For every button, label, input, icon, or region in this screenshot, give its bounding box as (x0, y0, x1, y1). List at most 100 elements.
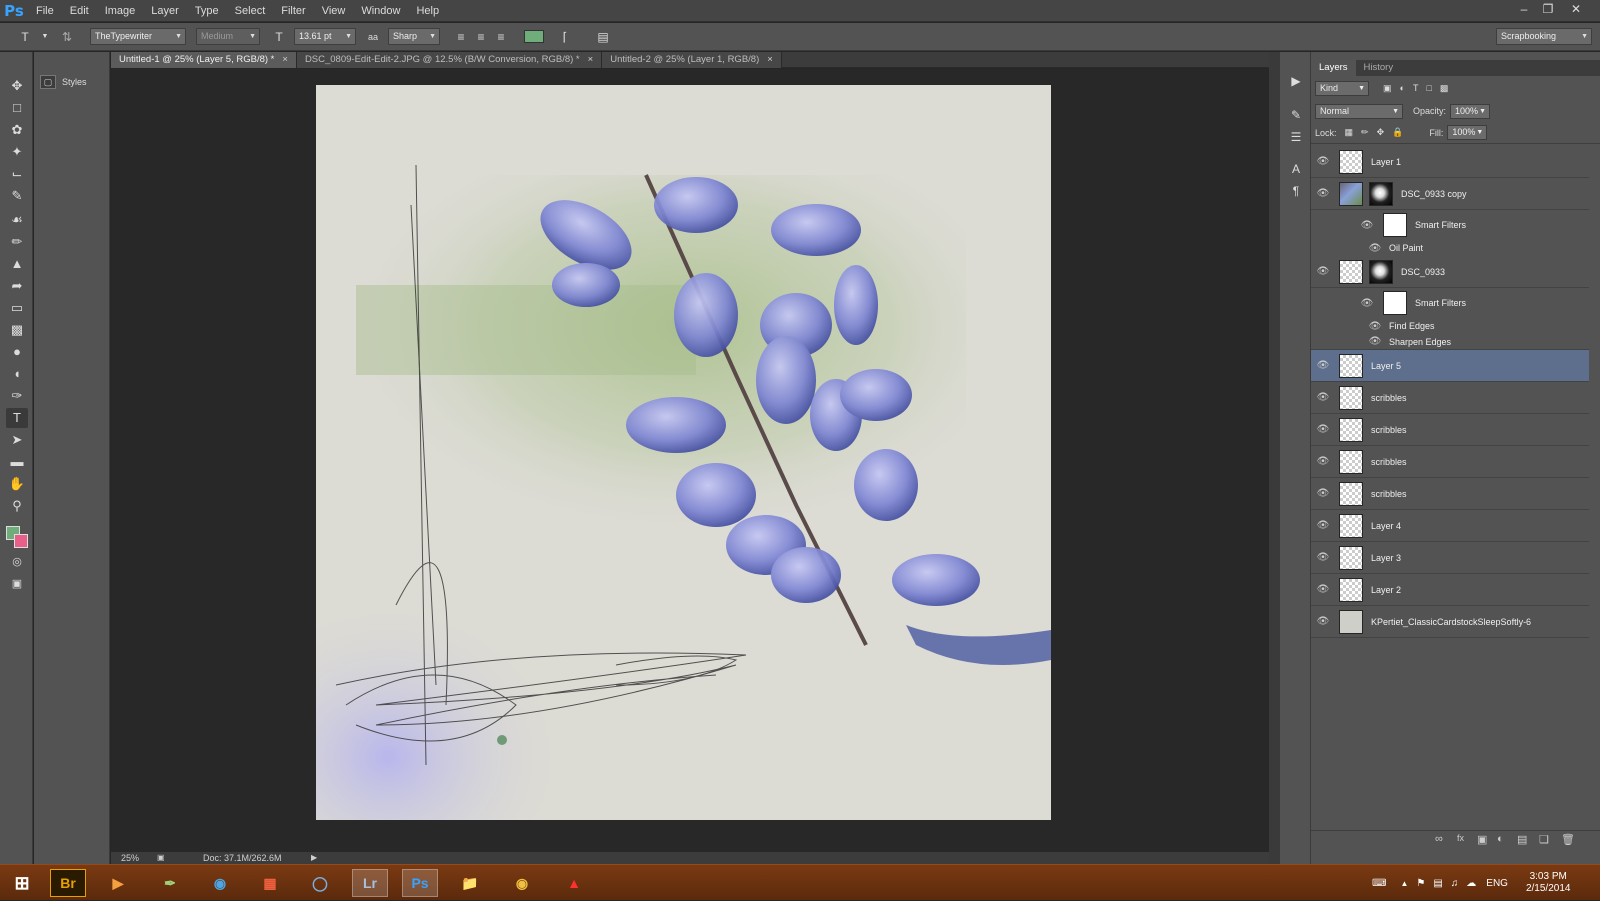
eye-icon[interactable]: 👁 (1311, 156, 1335, 167)
type-tool-icon[interactable]: T (6, 408, 28, 428)
close-icon[interactable]: × (767, 52, 773, 68)
fill-input[interactable]: 100% ▼ (1447, 125, 1488, 140)
minimize-icon[interactable]: – (1512, 0, 1536, 20)
eye-icon[interactable]: 👁 (1311, 616, 1335, 627)
layer-mask-thumbnail[interactable] (1369, 181, 1393, 206)
layer-row[interactable]: 👁 Layer 3 (1311, 542, 1589, 574)
toggle-orientation-icon[interactable]: ⇅ (58, 28, 76, 46)
language-indicator[interactable]: ENG (1486, 878, 1508, 889)
move-tool-icon[interactable]: ✥ (6, 76, 28, 96)
menu-filter[interactable]: Filter (273, 0, 313, 22)
menu-window[interactable]: Window (353, 0, 408, 22)
font-size-input[interactable]: 13.61 pt ▼ (294, 28, 356, 45)
layer-row[interactable]: 👁 Layer 2 (1311, 574, 1589, 606)
gradient-tool-icon[interactable]: ▩ (6, 320, 28, 340)
crop-tool-icon[interactable]: ⌙ (6, 164, 28, 184)
play-icon[interactable]: ▶ (1287, 72, 1305, 90)
align-right-icon[interactable]: ≡ (492, 28, 510, 46)
keyboard-icon[interactable]: ⌨ (1372, 878, 1386, 889)
filter-row[interactable]: 👁 Oil Paint (1311, 240, 1589, 256)
history-brush-icon[interactable]: ➦ (6, 276, 28, 296)
add-mask-icon[interactable]: ▣ (1477, 833, 1487, 846)
hand-tool-icon[interactable]: ✋ (6, 474, 28, 494)
tab-untitled-2[interactable]: Untitled-2 @ 25% (Layer 1, RGB/8) × (602, 52, 782, 68)
character-icon[interactable]: A (1287, 160, 1305, 178)
canvas-area[interactable] (111, 69, 1269, 852)
screen-mode-icon[interactable]: ▣ (6, 574, 28, 594)
adjustment-layer-icon[interactable]: ◐ (1497, 833, 1504, 845)
clone-stamp-icon[interactable]: ▲ (6, 254, 28, 274)
tab-untitled-1[interactable]: Untitled-1 @ 25% (Layer 5, RGB/8) * × (111, 52, 297, 68)
eye-icon[interactable]: 👁 (1363, 336, 1387, 347)
eye-icon[interactable]: 👁 (1311, 360, 1335, 371)
network-icon[interactable]: ▤ (1433, 878, 1442, 889)
quick-mask-icon[interactable]: ◎ (6, 552, 28, 572)
onone-app-icon[interactable]: ◯ (302, 869, 338, 897)
link-layers-icon[interactable]: ∞ (1435, 833, 1443, 845)
eye-icon[interactable]: 👁 (1311, 552, 1335, 563)
eye-icon[interactable]: 👁 (1355, 298, 1379, 309)
path-selection-icon[interactable]: ➤ (6, 430, 28, 450)
tab-layers[interactable]: Layers (1311, 60, 1356, 76)
chevron-up-icon[interactable]: ▲ (1400, 879, 1408, 888)
warp-text-icon[interactable]: ⌈ (556, 28, 574, 46)
eye-icon[interactable]: 👁 (1355, 220, 1379, 231)
filter-row[interactable]: 👁 Sharpen Edges (1311, 334, 1589, 350)
magic-wand-icon[interactable]: ✦ (6, 142, 28, 162)
lock-all-icon[interactable]: 🔒 (1392, 127, 1403, 138)
menu-help[interactable]: Help (408, 0, 447, 22)
photoshop-app-icon[interactable]: Ps (402, 869, 438, 897)
eyedropper-icon[interactable]: ✎ (6, 186, 28, 206)
layer-row-selected[interactable]: 👁 Layer 5 (1311, 350, 1589, 382)
background-color-swatch[interactable] (14, 534, 28, 548)
blur-tool-icon[interactable]: ● (6, 342, 28, 362)
layer-row[interactable]: 👁 DSC_0933 (1311, 256, 1589, 288)
menu-select[interactable]: Select (227, 0, 274, 22)
smart-filters-row[interactable]: 👁 Smart Filters (1311, 210, 1589, 240)
eye-icon[interactable]: 👁 (1311, 520, 1335, 531)
eye-icon[interactable]: 👁 (1311, 424, 1335, 435)
layer-row[interactable]: 👁 KPertiet_ClassicCardstockSleepSoftly-6 (1311, 606, 1589, 638)
layer-row[interactable]: 👁 scribbles (1311, 382, 1589, 414)
align-center-icon[interactable]: ≡ (472, 28, 490, 46)
layer-row[interactable]: 👁 Layer 1 (1311, 146, 1589, 178)
layer-row[interactable]: 👁 scribbles (1311, 446, 1589, 478)
filter-mask-thumbnail[interactable] (1383, 291, 1407, 315)
menu-layer[interactable]: Layer (143, 0, 187, 22)
file-explorer-icon[interactable]: 📁 (452, 869, 488, 897)
skype-app-icon[interactable]: ◉ (202, 869, 238, 897)
vertical-scrollbar[interactable] (1269, 52, 1279, 864)
shape-tool-icon[interactable]: ▬ (6, 452, 28, 472)
tab-history[interactable]: History (1356, 60, 1402, 76)
menu-file[interactable]: File (28, 0, 62, 22)
filter-row[interactable]: 👁 Find Edges (1311, 318, 1589, 334)
menu-edit[interactable]: Edit (62, 0, 97, 22)
acrobat-icon[interactable]: ▲ (556, 869, 592, 897)
eye-icon[interactable]: 👁 (1311, 392, 1335, 403)
eye-icon[interactable]: 👁 (1363, 321, 1387, 332)
align-left-icon[interactable]: ≡ (452, 28, 470, 46)
eye-icon[interactable]: 👁 (1363, 243, 1387, 254)
menu-type[interactable]: Type (187, 0, 227, 22)
flag-icon[interactable]: ⚑ (1416, 878, 1425, 889)
workspace-select[interactable]: Scrapbooking ▼ (1496, 28, 1592, 45)
eye-icon[interactable]: 👁 (1311, 266, 1335, 277)
eye-icon[interactable]: 👁 (1311, 188, 1335, 199)
antialias-select[interactable]: Sharp ▼ (388, 28, 440, 45)
document-info-icon[interactable]: ▣ (157, 852, 165, 864)
pen-tool-icon[interactable]: ✑ (6, 386, 28, 406)
filter-mask-thumbnail[interactable] (1383, 213, 1407, 237)
windows-start-icon[interactable]: ⊞ (4, 869, 40, 897)
chevron-down-icon[interactable]: ▼ (36, 28, 54, 46)
kind-filter-select[interactable]: Kind ▼ (1315, 80, 1369, 96)
eraser-icon[interactable]: ▭ (6, 298, 28, 318)
new-layer-icon[interactable]: ❏ (1539, 833, 1549, 846)
font-style-select[interactable]: Medium ▼ (196, 28, 260, 45)
styles-button[interactable]: ▢ Styles (40, 72, 87, 92)
new-group-icon[interactable]: ▤ (1517, 833, 1527, 846)
type-filter-icon[interactable]: T (1413, 83, 1419, 93)
close-icon[interactable]: × (588, 52, 594, 68)
font-family-select[interactable]: TheTypewriter ▼ (90, 28, 186, 45)
document-canvas[interactable] (316, 85, 1051, 820)
lasso-tool-icon[interactable]: ✿ (6, 120, 28, 140)
